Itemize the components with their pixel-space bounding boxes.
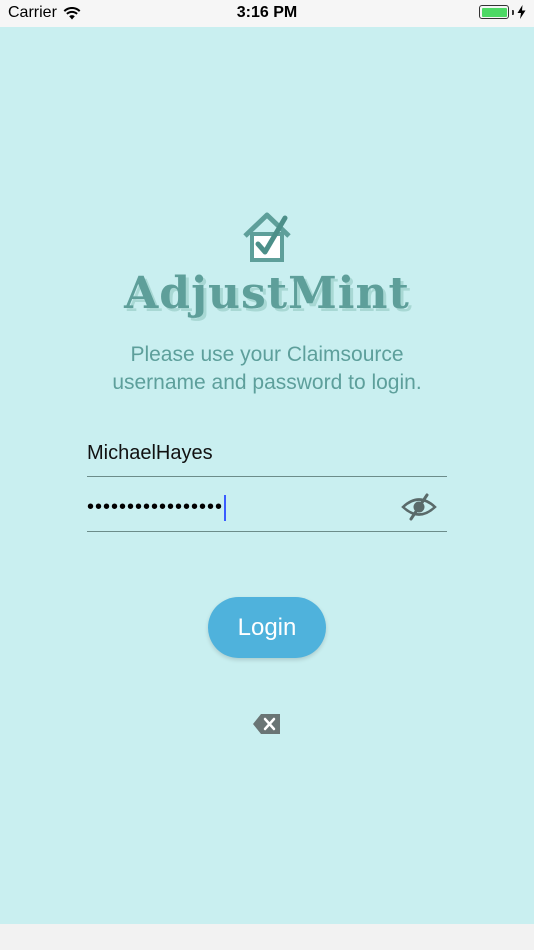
battery-group bbox=[479, 5, 526, 19]
username-field[interactable]: MichaelHayes bbox=[87, 430, 447, 477]
instruction-line-1: Please use your Claimsource bbox=[130, 343, 404, 366]
text-caret bbox=[224, 494, 227, 521]
eye-slash-icon[interactable] bbox=[401, 493, 437, 521]
username-value: MichaelHayes bbox=[87, 441, 213, 464]
status-bar: Carrier 3:16 PM bbox=[0, 0, 534, 27]
instruction-line-2: username and password to login. bbox=[112, 371, 422, 394]
house-check-icon bbox=[243, 212, 291, 262]
password-value: ••••••••••••••••• bbox=[87, 496, 224, 518]
status-time: 3:16 PM bbox=[236, 4, 298, 21]
battery-icon bbox=[479, 5, 509, 19]
clear-delete-icon[interactable] bbox=[252, 712, 282, 736]
login-button[interactable]: Login bbox=[208, 597, 326, 658]
login-instructions: Please use your Claimsource username and… bbox=[0, 341, 534, 397]
bottom-bar bbox=[0, 924, 534, 950]
brand-name: AdjustMint bbox=[124, 268, 410, 319]
battery-cap bbox=[512, 9, 514, 15]
charging-bolt-icon bbox=[517, 5, 526, 19]
password-field[interactable]: ••••••••••••••••• bbox=[87, 484, 447, 532]
logo: AdjustMint bbox=[0, 210, 534, 319]
